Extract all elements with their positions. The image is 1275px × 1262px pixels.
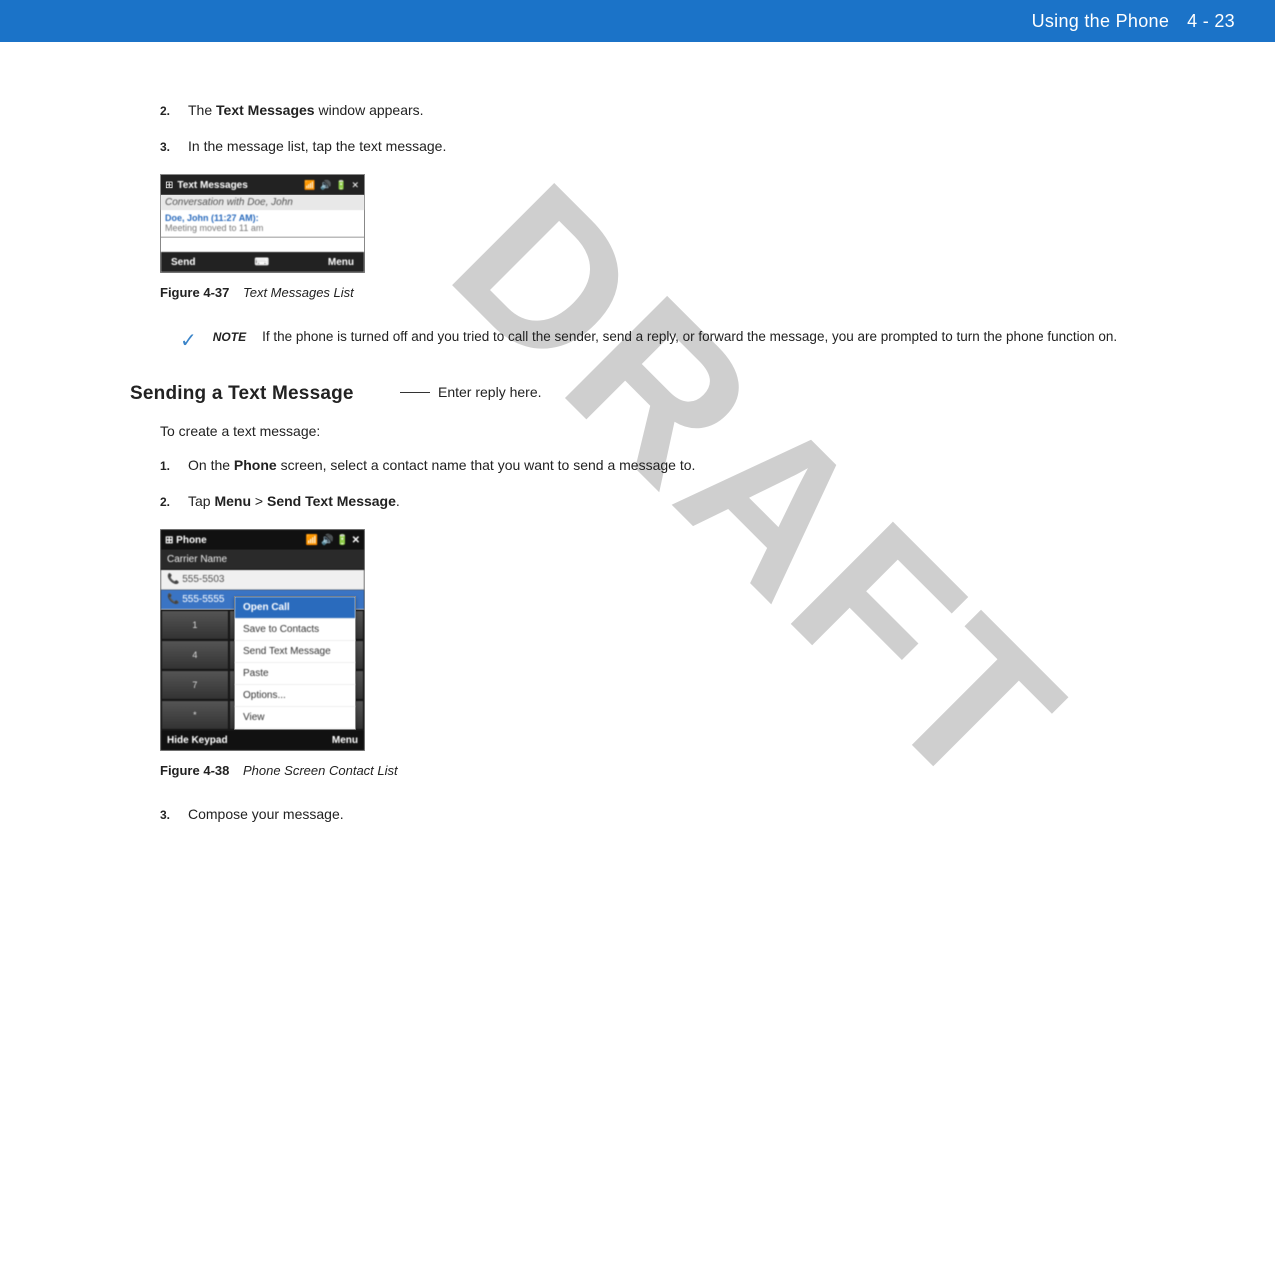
step-number: 2. — [160, 493, 188, 509]
menu-item-view: View — [235, 707, 355, 729]
step-text: On the Phone screen, select a contact na… — [188, 457, 695, 473]
figure-number: Figure 4-37 — [160, 285, 229, 300]
titlebar-status-icons: 📶 🔊 🔋 ✕ — [306, 535, 360, 546]
keypad-area: 123 456 789 *0# Open Call Save to Contac… — [161, 610, 364, 730]
menu-softkey: Menu — [328, 257, 354, 268]
send-softkey: Send — [171, 257, 195, 268]
carrier-label: Carrier Name — [161, 550, 364, 570]
note-block: ✓ NOTE If the phone is turned off and yo… — [180, 328, 1145, 353]
step-b1: 1. On the Phone screen, select a contact… — [160, 457, 1145, 473]
figure-title: Phone Screen Contact List — [243, 763, 398, 778]
titlebar-status-icons: 📶 🔊 🔋 ✕ — [304, 180, 360, 191]
conversation-header: Conversation with Doe, John — [161, 195, 364, 210]
reply-input — [161, 237, 364, 252]
step-b2: 2. Tap Menu > Send Text Message. — [160, 493, 1145, 509]
note-text: If the phone is turned off and you tried… — [262, 328, 1117, 353]
phone-bottombar: Hide Keypad Menu — [161, 730, 364, 750]
annotation-leader-line — [400, 392, 430, 393]
menu-item-options: Options... — [235, 685, 355, 707]
menu-item-paste: Paste — [235, 663, 355, 685]
step-number: 3. — [160, 806, 188, 822]
step-text: Compose your message. — [188, 806, 344, 822]
figure-4-37-caption: Figure 4-37 Text Messages List — [160, 285, 1145, 300]
keyboard-icon: ⌨ — [254, 257, 268, 268]
message-text: Meeting moved to 11 am — [165, 223, 360, 233]
menu-item-open-call: Open Call — [235, 597, 355, 619]
hide-keypad-softkey: Hide Keypad — [167, 735, 228, 746]
step-text: Tap Menu > Send Text Message. — [188, 493, 400, 509]
section-intro: To create a text message: — [160, 423, 1145, 439]
step-2: 2. The Text Messages window appears. — [160, 102, 1145, 118]
check-icon: ✓ — [180, 328, 197, 353]
titlebar-title: Text Messages — [177, 180, 300, 191]
step-3: 3. In the message list, tap the text mes… — [160, 138, 1145, 154]
message-row: Doe, John (11:27 AM): Meeting moved to 1… — [161, 210, 364, 237]
phone-titlebar: ⊞ Phone 📶 🔊 🔋 ✕ — [161, 530, 364, 550]
message-sender: Doe, John (11:27 AM): — [165, 213, 360, 223]
note-label: NOTE — [213, 328, 246, 353]
figure-number: Figure 4-38 — [160, 763, 229, 778]
figure-4-38-caption: Figure 4-38 Phone Screen Contact List — [160, 763, 1145, 778]
header-pagenum: 4 - 23 — [1187, 11, 1235, 32]
figure-title: Text Messages List — [243, 285, 354, 300]
section-heading: Sending a Text Message — [130, 383, 1145, 405]
step-number: 3. — [160, 138, 188, 154]
header-title: Using the Phone — [1032, 11, 1170, 32]
step-c3: 3. Compose your message. — [160, 806, 1145, 822]
phone-title: Phone — [176, 535, 207, 546]
figure-4-37-image: ⊞ Text Messages 📶 🔊 🔋 ✕ Conversation wit… — [160, 174, 1145, 273]
menu-item-save-contacts: Save to Contacts — [235, 619, 355, 641]
step-text: The Text Messages window appears. — [188, 102, 424, 118]
windows-icon: ⊞ — [165, 535, 176, 546]
phone-screenshot: ⊞ Phone 📶 🔊 🔋 ✕ Carrier Name 📞 555-5503 … — [160, 529, 365, 751]
page-header: Using the Phone 4 - 23 — [0, 0, 1275, 42]
menu-softkey: Menu — [332, 735, 358, 746]
context-menu: Open Call Save to Contacts Send Text Mes… — [234, 596, 356, 730]
step-text: In the message list, tap the text messag… — [188, 138, 446, 154]
annotation-enter-reply: Enter reply here. — [400, 384, 542, 400]
text-messages-screenshot: ⊞ Text Messages 📶 🔊 🔋 ✕ Conversation wit… — [160, 174, 365, 273]
menu-item-send-text: Send Text Message — [235, 641, 355, 663]
figure-4-38-image: ⊞ Phone 📶 🔊 🔋 ✕ Carrier Name 📞 555-5503 … — [160, 529, 1145, 751]
windows-icon: ⊞ — [165, 180, 173, 191]
screenshot-bottombar: Send ⌨ Menu — [161, 252, 364, 272]
annotation-text: Enter reply here. — [438, 384, 542, 400]
step-number: 2. — [160, 102, 188, 118]
contact-row: 📞 555-5503 — [161, 570, 364, 590]
screenshot-titlebar: ⊞ Text Messages 📶 🔊 🔋 ✕ — [161, 175, 364, 195]
step-number: 1. — [160, 457, 188, 473]
